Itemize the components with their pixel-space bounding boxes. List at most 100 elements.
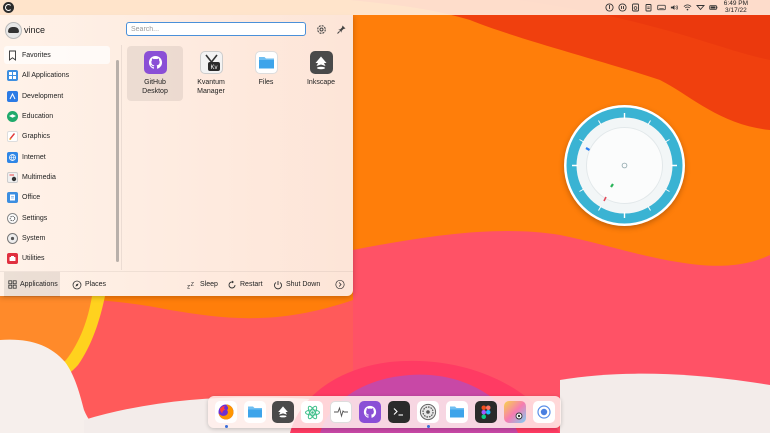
app-name-line1: Kvantum <box>197 79 225 86</box>
sidebar-item-label: Graphics <box>22 132 51 140</box>
app-tile-files[interactable]: Files <box>238 46 294 101</box>
github-desktop-icon <box>143 51 167 74</box>
svg-text:Z: Z <box>191 281 195 287</box>
sidebar-item-development[interactable]: Development <box>4 87 110 105</box>
app-name-line1: GitHub <box>144 79 166 86</box>
app-tile-label: Kvantum Manager <box>184 78 238 96</box>
tab-applications-label: Applications <box>20 281 58 288</box>
search-input[interactable] <box>126 22 306 36</box>
user-avatar[interactable] <box>5 22 22 39</box>
sleep-label: Sleep <box>200 281 218 288</box>
clock-date: 3/17/22 <box>725 6 747 14</box>
sidebar-item-multimedia[interactable]: Multimedia <box>4 168 110 186</box>
sleep-button[interactable]: zZ Sleep <box>187 272 218 297</box>
application-launcher-button[interactable] <box>3 2 14 13</box>
restart-icon <box>227 280 237 290</box>
battery-icon[interactable] <box>709 3 718 12</box>
pause-icon[interactable] <box>618 3 627 12</box>
svg-text:Kv: Kv <box>210 65 217 71</box>
applications-grid-icon <box>7 280 17 290</box>
settings-icon <box>7 212 18 224</box>
sidebar-item-label: Multimedia <box>22 173 56 181</box>
color-picker-icon[interactable] <box>504 401 526 423</box>
system-settings-icon[interactable] <box>417 401 439 423</box>
files-dock-icon[interactable] <box>244 401 266 423</box>
analog-clock-widget[interactable] <box>564 105 685 226</box>
menu-header: vince <box>0 15 353 45</box>
sidebar-item-label: Utilities <box>22 254 45 262</box>
sidebar-item-utilities[interactable]: Utilities <box>4 249 110 267</box>
utilities-icon <box>7 252 18 264</box>
app-tile-kvantum-manager[interactable]: Kv Kvantum Manager <box>183 46 239 101</box>
sidebar-item-office[interactable]: Office <box>4 188 110 206</box>
notifications-icon[interactable] <box>695 3 705 12</box>
menu-footer: Applications Places zZ Sleep Restart Shu… <box>0 271 353 297</box>
system-tray: 6:49 PM 3/17/22 <box>605 0 748 14</box>
sleep-icon: zZ <box>187 280 197 289</box>
sidebar-item-label: Education <box>22 112 54 120</box>
app-tile-label: Files <box>239 78 293 87</box>
category-sidebar: Favorites All Applications Development E… <box>0 45 120 269</box>
figma-icon[interactable] <box>475 401 497 423</box>
audio-device-icon[interactable] <box>631 3 640 12</box>
dock <box>208 396 561 428</box>
graphics-icon <box>7 130 18 142</box>
top-panel: 6:49 PM 3/17/22 <box>0 0 770 15</box>
app-tile-inkscape[interactable]: Inkscape <box>293 46 349 101</box>
github-desktop-dock-icon[interactable] <box>359 401 381 423</box>
sidebar-scrollbar[interactable] <box>116 60 119 262</box>
wifi-icon[interactable] <box>683 3 692 12</box>
development-icon <box>7 90 18 102</box>
grid-icon <box>7 69 18 81</box>
chevron-right-icon <box>335 279 345 290</box>
sidebar-item-label: System <box>22 234 46 242</box>
sidebar-item-favorites[interactable]: Favorites <box>4 46 110 64</box>
sidebar-item-settings[interactable]: Settings <box>4 209 110 227</box>
menu-divider <box>121 45 122 270</box>
files-dock-icon-2[interactable] <box>446 401 468 423</box>
more-options-button[interactable] <box>335 272 345 297</box>
sidebar-item-label: Settings <box>22 214 48 222</box>
education-icon <box>7 110 18 122</box>
settings-gear-icon[interactable] <box>315 23 327 35</box>
sidebar-item-label: Development <box>22 92 64 100</box>
clipboard-icon[interactable] <box>644 3 653 12</box>
sidebar-item-label: Favorites <box>22 51 51 59</box>
app-name-line1: Inkscape <box>306 79 336 86</box>
sidebar-item-internet[interactable]: Internet <box>4 148 110 166</box>
sidebar-item-graphics[interactable]: Graphics <box>4 127 110 145</box>
firefox-icon[interactable] <box>215 401 237 423</box>
browser-icon[interactable] <box>533 401 555 423</box>
app-name-line2: Desktop <box>142 88 168 95</box>
office-icon <box>7 191 18 203</box>
tab-places-label: Places <box>85 281 107 288</box>
username-label: vince <box>24 25 46 35</box>
pin-icon[interactable] <box>335 23 347 35</box>
digital-clock[interactable]: 6:49 PM 3/17/22 <box>724 0 748 14</box>
sidebar-item-all-applications[interactable]: All Applications <box>4 66 110 84</box>
sidebar-item-education[interactable]: Education <box>4 107 110 125</box>
keyboard-icon[interactable] <box>657 3 666 12</box>
multimedia-icon <box>7 171 18 183</box>
terminal-icon[interactable] <box>388 401 410 423</box>
update-icon[interactable] <box>605 3 614 12</box>
tab-applications[interactable]: Applications <box>4 272 60 297</box>
sidebar-item-system[interactable]: System <box>4 229 110 247</box>
files-folder-icon <box>254 51 278 74</box>
restart-button[interactable]: Restart <box>227 272 263 297</box>
running-indicator <box>427 425 430 428</box>
restart-label: Restart <box>240 281 263 288</box>
atom-editor-icon[interactable] <box>301 401 323 423</box>
internet-globe-icon <box>7 151 18 163</box>
tab-places[interactable]: Places <box>72 272 106 297</box>
places-compass-icon <box>72 280 82 290</box>
power-icon <box>273 280 283 290</box>
system-monitor-icon[interactable] <box>330 401 352 423</box>
sidebar-item-label: Office <box>22 193 41 201</box>
app-name-line2: Manager <box>197 88 225 95</box>
app-tile-github-desktop[interactable]: GitHub Desktop <box>127 46 183 101</box>
sidebar-item-label: Internet <box>22 153 46 161</box>
volume-icon[interactable] <box>670 3 679 12</box>
inkscape-dock-icon[interactable] <box>272 401 294 423</box>
shutdown-button[interactable]: Shut Down <box>273 272 320 297</box>
